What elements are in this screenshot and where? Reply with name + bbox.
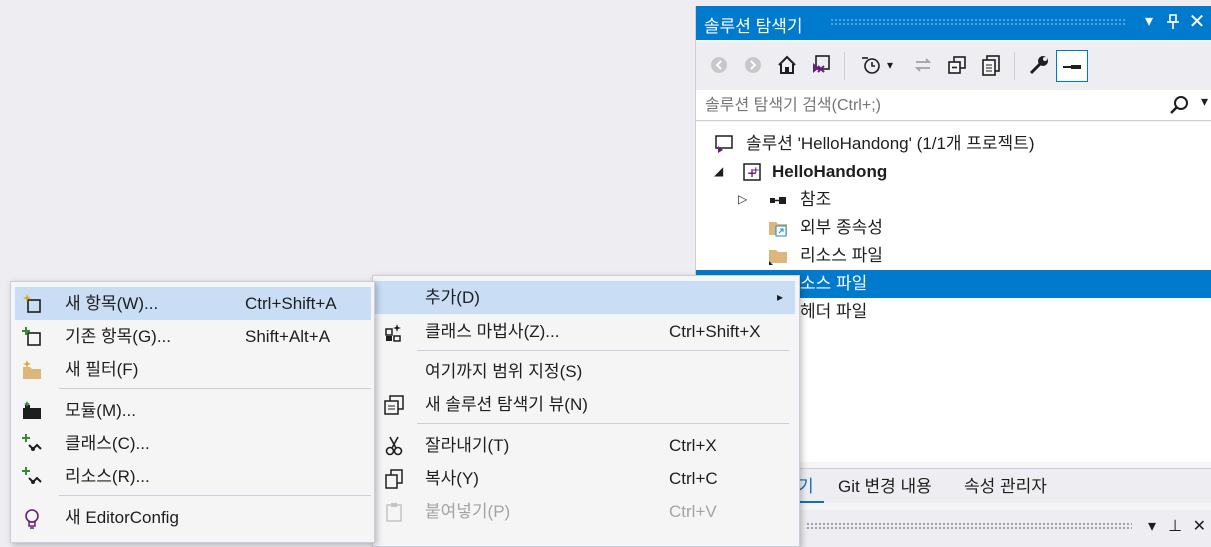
add-submenu: 새 항목(W)... Ctrl+Shift+A 기존 항목(G)... Shif… [10,281,375,543]
new-filter-icon [23,360,41,379]
tab-git-changes[interactable]: Git 변경 내용 [838,473,932,501]
drag-grip[interactable] [830,18,1126,26]
svg-text:+: + [752,166,760,176]
menu-item-cut[interactable]: 잘라내기(T) Ctrl+X [375,429,795,462]
class-wizard-icon [385,324,401,342]
solution-explorer-title-bar: 솔루션 탐색기 ▾ ✕ [696,6,1211,40]
chevron-down-icon[interactable]: ▾ [882,50,898,80]
submenu-item-class[interactable]: 클래스(C)... [15,427,371,460]
collapse-arrow-icon[interactable]: ◢ [714,164,723,178]
home-icon[interactable] [772,50,802,80]
solution-explorer-toolbar: ▾ [696,42,1211,91]
solution-explorer-search: ▾ [696,90,1211,122]
existing-item-icon [22,327,41,346]
scissors-icon [385,436,403,456]
new-view-icon [384,395,404,415]
new-item-icon [23,294,41,313]
search-options-icon[interactable]: ▾ [1201,93,1208,110]
submenu-item-resource[interactable]: 리소스(R)... [15,460,371,493]
submenu-arrow-icon: ▸ [777,290,784,304]
expand-arrow-icon[interactable]: ▷ [738,192,747,206]
submenu-item-new-item[interactable]: 새 항목(W)... Ctrl+Shift+A [15,287,371,320]
dropdown-icon[interactable]: ▾ [1148,516,1156,536]
dropdown-icon[interactable]: ▾ [1138,10,1160,34]
submenu-item-module[interactable]: 모듈(M)... [15,394,371,427]
submenu-item-new-filter[interactable]: 새 필터(F) [15,353,371,386]
active-tab-indicator [796,501,824,503]
collapse-all-icon[interactable] [942,50,972,80]
menu-item-paste[interactable]: 붙여넣기(P) Ctrl+V [375,495,795,528]
search-input[interactable] [696,90,1177,122]
preview-selected-items-icon[interactable] [1056,50,1088,82]
resource-icon [22,467,42,484]
references-icon [770,197,786,204]
submenu-item-new-editorconfig[interactable]: 새 EditorConfig [15,501,371,534]
menu-item-scope-to-this[interactable]: 여기까지 범위 지정(S) [375,355,795,388]
back-icon[interactable] [704,50,734,80]
search-icon[interactable] [1168,94,1190,116]
pin-icon[interactable]: ⊥ [1168,516,1182,536]
switch-views-icon[interactable] [806,50,836,80]
tab-solution-explorer[interactable]: 기 [798,473,814,501]
menu-item-copy[interactable]: 복사(Y) Ctrl+C [375,462,795,495]
properties-wrench-icon[interactable] [1024,50,1054,80]
forward-icon[interactable] [738,50,768,80]
class-icon [22,434,42,451]
pin-icon[interactable] [1162,10,1184,34]
cpp-project-icon: ++ [743,163,761,181]
folder-icon [769,250,787,265]
menu-item-add[interactable]: 추가(D) ▸ [375,281,795,314]
close-icon[interactable]: ✕ [1193,516,1206,536]
panel-title: 솔루션 탐색기 [704,17,803,36]
sync-with-active-document-icon[interactable] [908,50,938,80]
solution-icon [715,135,733,153]
context-menu: 추가(D) ▸ 클래스 마법사(Z)... Ctrl+Shift+X 여기까지 … [372,275,800,547]
folder-link-icon [769,222,787,237]
close-icon[interactable]: ✕ [1186,10,1208,34]
module-icon [23,401,41,419]
show-all-files-icon[interactable] [976,50,1006,80]
tab-property-manager[interactable]: 속성 관리자 [964,473,1047,501]
menu-item-new-solution-explorer-view[interactable]: 새 솔루션 탐색기 뷰(N) [375,388,795,421]
menu-item-class-wizard[interactable]: 클래스 마법사(Z)... Ctrl+Shift+X [375,315,795,348]
paste-icon [386,503,402,522]
copy-icon [385,469,403,489]
drag-grip[interactable] [806,522,1132,530]
lightbulb-icon [25,509,39,529]
submenu-item-existing-item[interactable]: 기존 항목(G)... Shift+Alt+A [15,320,371,353]
